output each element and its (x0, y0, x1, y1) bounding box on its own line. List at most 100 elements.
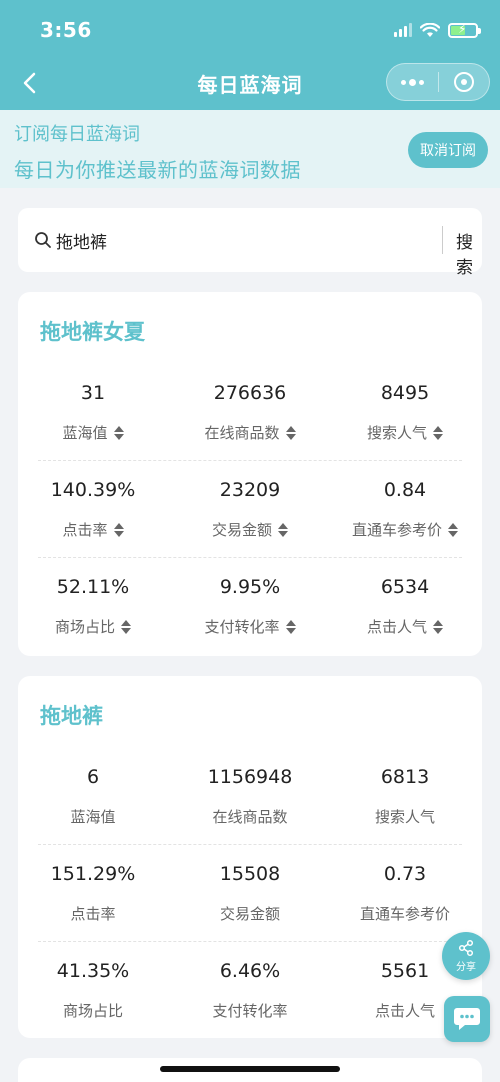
metric-label: 直通车参考价 (351, 521, 442, 539)
chat-button[interactable] (444, 996, 490, 1042)
target-circle-icon (453, 72, 474, 92)
search-input[interactable] (56, 222, 426, 258)
metric-label: 在线商品数 (204, 424, 280, 442)
metric-label: 交易金额 (211, 521, 272, 539)
metric-value: 1156948 (207, 766, 293, 788)
metric-value: 41.35% (56, 960, 130, 982)
metric-cell: 6.46% 支付转化率 (175, 942, 325, 1039)
metric-label: 商场占比 (62, 1002, 123, 1020)
banner-title: 订阅每日蓝海词 (14, 124, 140, 145)
more-button[interactable] (387, 64, 438, 100)
sort-icon[interactable] (433, 619, 443, 634)
keyword-title: 拖地裤 (40, 704, 103, 728)
sort-icon[interactable] (285, 619, 296, 634)
share-button[interactable]: 分享 (442, 932, 490, 980)
metric-value: 6534 (380, 576, 430, 598)
sort-icon[interactable] (448, 522, 458, 537)
metric-label: 支付转化率 (212, 1002, 288, 1020)
mini-program-capsule (386, 63, 490, 101)
metric-cell: 6 蓝海值 (18, 748, 168, 845)
keyword-card: 拖地裤女夏 31 蓝海值 276636 在线商品数 8495 搜索人气 140.… (18, 292, 482, 656)
sort-icon[interactable] (113, 425, 124, 440)
metric-cell: 0.84 直通车参考价 (330, 461, 480, 558)
metric-cell: 0.73 直通车参考价 (330, 845, 480, 942)
metric-label: 支付转化率 (204, 618, 280, 636)
subscribe-banner: 订阅每日蓝海词 每日为你推送最新的蓝海词数据 取消订阅 (0, 110, 500, 188)
sort-icon[interactable] (433, 425, 443, 440)
banner-subtitle: 每日为你推送最新的蓝海词数据 (14, 158, 301, 182)
chat-bubble-icon (454, 1008, 480, 1030)
metric-label: 搜索人气 (366, 424, 427, 442)
metric-label: 点击人气 (374, 1002, 435, 1020)
share-icon (458, 939, 474, 957)
metric-cell: 15508 交易金额 (175, 845, 325, 942)
metric-label: 直通车参考价 (359, 905, 450, 923)
metric-value: 8495 (380, 382, 430, 404)
top-header: 3:56 ⚡ 每日蓝海词 (0, 0, 500, 110)
sort-icon[interactable] (113, 522, 124, 537)
metric-value: 6.46% (219, 960, 281, 982)
metric-label: 搜索人气 (374, 808, 435, 826)
status-bar: 3:56 ⚡ (0, 0, 500, 58)
search-icon (35, 232, 51, 248)
metric-value: 23209 (219, 479, 281, 501)
metrics-row: 31 蓝海值 276636 在线商品数 8495 搜索人气 (18, 364, 482, 461)
metric-value: 52.11% (56, 576, 130, 598)
metric-cell: 8495 搜索人气 (330, 364, 480, 461)
metric-label: 在线商品数 (212, 808, 288, 826)
unsubscribe-button[interactable]: 取消订阅 (408, 132, 488, 168)
nav-bar: 每日蓝海词 (0, 58, 500, 108)
metric-value: 276636 (213, 382, 287, 404)
metric-cell: 52.11% 商场占比 (18, 558, 168, 655)
sort-icon[interactable] (278, 522, 288, 537)
metric-label: 商场占比 (54, 618, 115, 636)
metric-label: 点击人气 (366, 618, 427, 636)
search-divider (442, 226, 443, 254)
metric-value: 6813 (380, 766, 430, 788)
search-bar: 搜索 (18, 208, 482, 278)
metric-cell: 41.35% 商场占比 (18, 942, 168, 1039)
metric-value: 151.29% (50, 863, 136, 885)
metric-label: 蓝海值 (70, 808, 116, 826)
metrics-row: 41.35% 商场占比 6.46% 支付转化率 5561 点击人气 (18, 942, 482, 1039)
status-icons: ⚡ (394, 20, 481, 40)
metric-label: 点击率 (70, 905, 116, 923)
status-time: 3:56 (40, 18, 92, 42)
metric-label: 点击率 (62, 521, 108, 539)
metrics-row: 52.11% 商场占比 9.95% 支付转化率 6534 点击人气 (18, 558, 482, 655)
metric-value: 140.39% (50, 479, 136, 501)
sort-icon[interactable] (285, 425, 296, 440)
metrics-row: 6 蓝海值 1156948 在线商品数 6813 搜索人气 (18, 748, 482, 845)
metric-value: 31 (80, 382, 106, 404)
metrics-grid: 31 蓝海值 276636 在线商品数 8495 搜索人气 140.39% 点击… (18, 364, 482, 655)
metric-cell: 1156948 在线商品数 (175, 748, 325, 845)
metric-label: 蓝海值 (62, 424, 108, 442)
metrics-row: 151.29% 点击率 15508 交易金额 0.73 直通车参考价 (18, 845, 482, 942)
metric-cell: 6813 搜索人气 (330, 748, 480, 845)
metric-cell: 9.95% 支付转化率 (175, 558, 325, 655)
share-label: 分享 (456, 962, 476, 973)
sort-icon[interactable] (121, 619, 131, 634)
metric-cell: 151.29% 点击率 (18, 845, 168, 942)
metric-value: 0.84 (383, 479, 427, 501)
wifi-icon (420, 22, 440, 37)
keyword-title: 拖地裤女夏 (40, 320, 145, 344)
metric-cell: 31 蓝海值 (18, 364, 168, 461)
home-indicator (160, 1066, 340, 1072)
metric-cell: 140.39% 点击率 (18, 461, 168, 558)
metrics-row: 140.39% 点击率 23209 交易金额 0.84 直通车参考价 (18, 461, 482, 558)
metric-cell: 6534 点击人气 (330, 558, 480, 655)
metric-value: 6 (86, 766, 100, 788)
battery-icon: ⚡ (448, 22, 481, 38)
metric-value: 9.95% (219, 576, 281, 598)
metric-label: 交易金额 (219, 905, 280, 923)
close-button[interactable] (438, 64, 489, 100)
metrics-grid: 6 蓝海值 1156948 在线商品数 6813 搜索人气 151.29% 点击… (18, 748, 482, 1039)
metric-value: 15508 (219, 863, 281, 885)
metric-value: 0.73 (383, 863, 427, 885)
metric-cell: 276636 在线商品数 (175, 364, 325, 461)
search-button[interactable]: 搜索 (456, 228, 482, 278)
signal-icon (394, 23, 412, 37)
metric-cell: 23209 交易金额 (175, 461, 325, 558)
keyword-card: 拖地裤 6 蓝海值 1156948 在线商品数 6813 搜索人气 151.29… (18, 676, 482, 1038)
